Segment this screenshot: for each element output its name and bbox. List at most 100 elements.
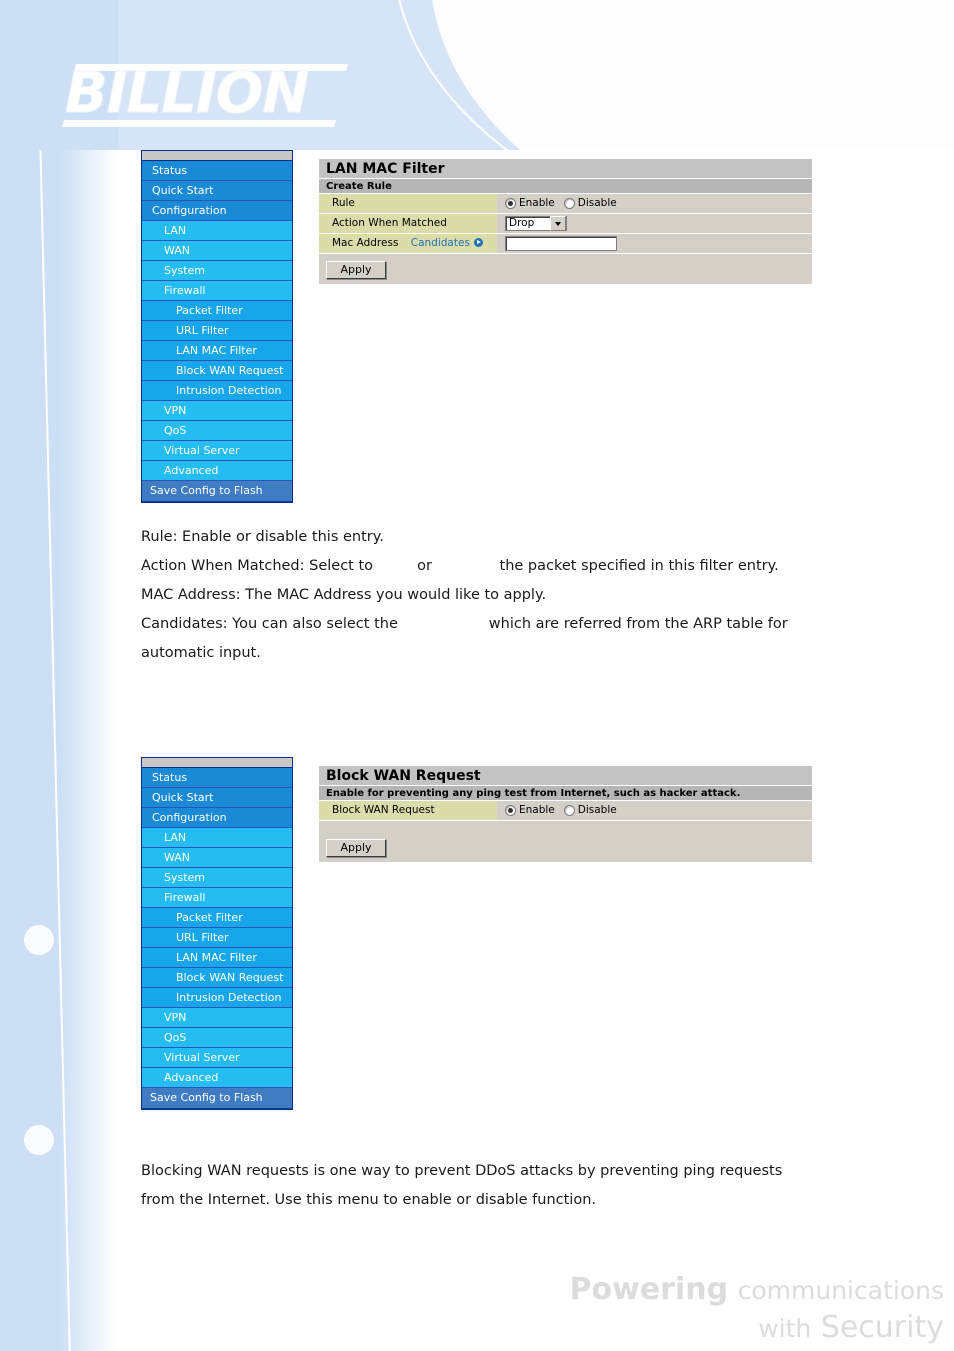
desc-paragraph-block-wan: Blocking WAN requests is one way to prev… xyxy=(141,1163,783,1208)
mac-address-value xyxy=(497,234,812,253)
desc-paragraph-candidates: Candidates: You can also select the Cand… xyxy=(141,610,821,668)
block-wan-request-value: Enable Disable xyxy=(497,801,812,820)
arrow-right-circle-icon[interactable] xyxy=(473,238,483,247)
left-band-fade xyxy=(60,150,118,1351)
row-action-when-matched: Action When Matched Drop xyxy=(319,214,812,234)
sidebar2-item-advanced[interactable]: Advanced xyxy=(142,1068,292,1088)
block-wan-disable-label: Disable xyxy=(577,804,617,816)
rule-disable-label: Disable xyxy=(577,197,617,209)
row-rule: Rule Enable Disable xyxy=(319,194,812,214)
radio-selected-icon-2[interactable] xyxy=(505,805,516,816)
sidebar-item-system[interactable]: System xyxy=(142,261,292,281)
logo-bar-bottom xyxy=(61,120,337,127)
sidebar2-item-block-wan-request[interactable]: Block WAN Request xyxy=(142,968,292,988)
sidebar-item-block-wan-request[interactable]: Block WAN Request xyxy=(142,361,292,381)
sidebar2-item-firewall[interactable]: Firewall xyxy=(142,888,292,908)
sidebar-item-quick-start[interactable]: Quick Start xyxy=(142,181,292,201)
desc-action-blank-drop: Drop xyxy=(377,558,413,574)
rule-value: Enable Disable xyxy=(497,194,812,213)
block-wan-enable-label: Enable xyxy=(519,804,555,816)
candidates-link[interactable]: Candidates xyxy=(411,237,470,249)
sidebar-top-strip-2 xyxy=(142,758,292,768)
block-wan-enable-option[interactable]: Enable xyxy=(505,801,564,820)
sidebar-item-lan-mac-filter[interactable]: LAN MAC Filter xyxy=(142,341,292,361)
sidebar-item-qos[interactable]: QoS xyxy=(142,421,292,441)
sidebar-item-packet-filter[interactable]: Packet Filter xyxy=(142,301,292,321)
sidebar-item-configuration[interactable]: Configuration xyxy=(142,201,292,221)
sidebar2-item-wan[interactable]: WAN xyxy=(142,848,292,868)
sidebar2-item-intrusion-detection[interactable]: Intrusion Detection xyxy=(142,988,292,1008)
desc-action-a: Action When Matched: Select to xyxy=(141,558,378,574)
header-swoosh-line xyxy=(392,0,954,150)
left-decorative-band xyxy=(0,150,118,1351)
rule-enable-label: Enable xyxy=(519,197,555,209)
apply-button[interactable]: Apply xyxy=(326,261,386,279)
sidebar2-item-url-filter[interactable]: URL Filter xyxy=(142,928,292,948)
sidebar2-item-lan-mac-filter[interactable]: LAN MAC Filter xyxy=(142,948,292,968)
apply-button-2[interactable]: Apply xyxy=(326,839,386,857)
left-node-circle-2 xyxy=(24,1125,54,1155)
sidebar-top-strip xyxy=(142,151,292,161)
radio-selected-icon[interactable] xyxy=(505,198,516,209)
desc-action-b: or xyxy=(412,558,437,574)
sidebar2-item-packet-filter[interactable]: Packet Filter xyxy=(142,908,292,928)
sidebar-item-virtual-server[interactable]: Virtual Server xyxy=(142,441,292,461)
radio-unselected-icon-2[interactable] xyxy=(563,805,575,816)
panel-spacer xyxy=(319,821,812,832)
logo-wordmark: BILLION xyxy=(64,61,309,126)
footer-powering: Powering xyxy=(569,1272,729,1307)
block-wan-request-panel: Block WAN Request Enable for preventing … xyxy=(319,766,812,862)
router-sidebar-1: Status Quick Start Configuration LAN WAN… xyxy=(141,150,293,503)
chevron-down-icon[interactable] xyxy=(550,216,566,231)
rule-disable-option[interactable]: Disable xyxy=(563,194,626,213)
sidebar-item-lan[interactable]: LAN xyxy=(142,221,292,241)
section-heading: Create Rule xyxy=(319,179,812,194)
sidebar-item-intrusion-detection[interactable]: Intrusion Detection xyxy=(142,381,292,401)
desc-action-blank-forward: Forward xyxy=(436,558,495,574)
action-select[interactable]: Drop xyxy=(505,216,567,231)
sidebar2-item-lan[interactable]: LAN xyxy=(142,828,292,848)
sidebar2-item-configuration[interactable]: Configuration xyxy=(142,808,292,828)
rule-label: Rule xyxy=(319,194,497,213)
footer-line-1: Powering communications xyxy=(570,1275,945,1305)
left-node-circle-1 xyxy=(24,925,54,955)
screenshot-block-wan-request: Status Quick Start Configuration LAN WAN… xyxy=(141,757,813,1119)
desc-paragraph-action: Action When Matched: Select to Drop or F… xyxy=(141,552,821,581)
row-block-wan-request: Block WAN Request Enable Disable xyxy=(319,801,812,821)
panel-footer-1: Apply xyxy=(319,254,812,284)
radio-unselected-icon[interactable] xyxy=(563,198,575,209)
sidebar-item-url-filter[interactable]: URL Filter xyxy=(142,321,292,341)
sidebar-item-save-config-to-flash[interactable]: Save Config to Flash xyxy=(142,481,292,501)
action-when-matched-label: Action When Matched xyxy=(319,214,497,233)
desc-action-c: the packet specified in this filter entr… xyxy=(494,558,779,574)
mac-address-input[interactable] xyxy=(505,236,617,251)
sidebar2-item-status[interactable]: Status xyxy=(142,768,292,788)
sidebar2-item-qos[interactable]: QoS xyxy=(142,1028,292,1048)
sidebar-item-vpn[interactable]: VPN xyxy=(142,401,292,421)
desc-candidates-a: Candidates: You can also select the xyxy=(141,616,403,632)
sidebar2-item-system[interactable]: System xyxy=(142,868,292,888)
desc-paragraph-rule: Rule: Enable or disable this entry. xyxy=(141,529,384,545)
row-mac-address: Mac Address Candidates xyxy=(319,234,812,254)
sidebar2-item-virtual-server[interactable]: Virtual Server xyxy=(142,1048,292,1068)
sidebar-item-firewall[interactable]: Firewall xyxy=(142,281,292,301)
sidebar2-item-vpn[interactable]: VPN xyxy=(142,1008,292,1028)
page-title-2: Block WAN Request xyxy=(319,766,812,786)
footer-communications: communications xyxy=(737,1276,944,1305)
sidebar2-item-save-config-to-flash[interactable]: Save Config to Flash xyxy=(142,1088,292,1108)
mac-address-label: Mac Address Candidates xyxy=(319,234,497,253)
sidebar-item-advanced[interactable]: Advanced xyxy=(142,461,292,481)
description-lan-mac-filter: Rule: Enable or disable this entry. Acti… xyxy=(141,523,821,668)
description-block-wan-request: Blocking WAN requests is one way to prev… xyxy=(141,1157,801,1215)
router-sidebar-2: Status Quick Start Configuration LAN WAN… xyxy=(141,757,293,1110)
footer-with: with xyxy=(758,1314,812,1343)
block-wan-request-label: Block WAN Request xyxy=(319,801,497,820)
rule-enable-option[interactable]: Enable xyxy=(505,194,564,213)
sidebar-item-wan[interactable]: WAN xyxy=(142,241,292,261)
sidebar-item-status[interactable]: Status xyxy=(142,161,292,181)
sidebar2-item-quick-start[interactable]: Quick Start xyxy=(142,788,292,808)
block-wan-disable-option[interactable]: Disable xyxy=(563,801,626,820)
footer-tagline: Powering communications with Security xyxy=(570,1275,945,1343)
desc-paragraph-mac: MAC Address: The MAC Address you would l… xyxy=(141,587,547,603)
page-title: LAN MAC Filter xyxy=(319,159,812,179)
